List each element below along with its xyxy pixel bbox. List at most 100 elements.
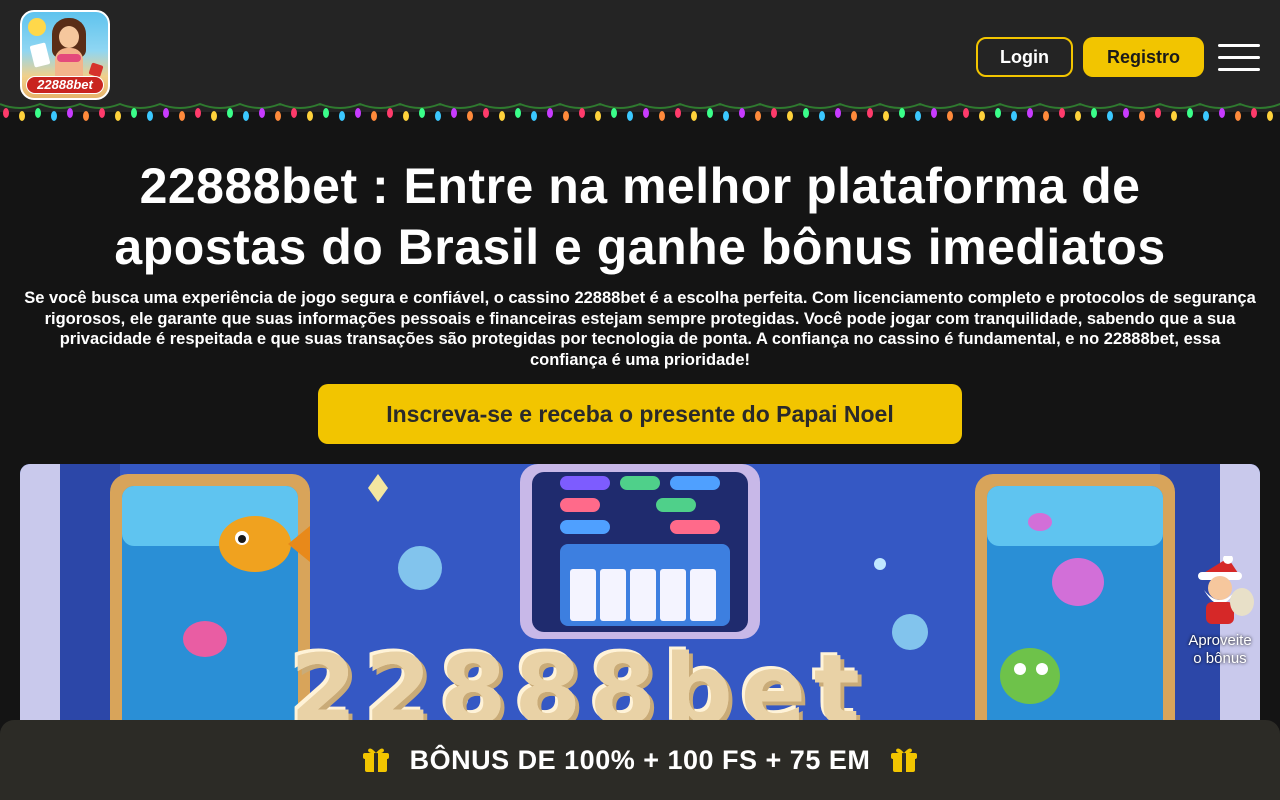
light-bulb (307, 111, 313, 121)
light-bulb (3, 108, 9, 118)
logo-character-face (59, 26, 79, 48)
light-bulb (835, 108, 841, 118)
page-title-line-2: apostas do Brasil e ganhe bônus imediato… (114, 219, 1166, 275)
light-bulb (1139, 111, 1145, 121)
light-bulb (195, 108, 201, 118)
light-bulb (435, 111, 441, 121)
light-bulb (1059, 108, 1065, 118)
light-bulb (1187, 108, 1193, 118)
light-bulb (1251, 108, 1257, 118)
light-bulb (243, 111, 249, 121)
light-bulb (467, 111, 473, 121)
light-bulb (339, 111, 345, 121)
menu-line (1218, 44, 1260, 47)
page-title: 22888bet : Entre na melhor plataforma de… (0, 156, 1280, 278)
light-bulb (659, 111, 665, 121)
hamburger-menu-icon[interactable] (1218, 44, 1260, 72)
light-bulb (931, 108, 937, 118)
gift-icon (362, 748, 389, 772)
light-bulb (819, 111, 825, 121)
bonus-promo-label[interactable]: Aproveite o bônus (1178, 632, 1262, 668)
light-bulb (1219, 108, 1225, 118)
light-bulb (323, 108, 329, 118)
light-bulb (803, 108, 809, 118)
light-bulb (1027, 108, 1033, 118)
light-bulb (1075, 111, 1081, 121)
light-bulb (419, 108, 425, 118)
light-bulb (963, 108, 969, 118)
light-bulb (995, 108, 1001, 118)
bonus-promo-label-line-1: Aproveite (1188, 632, 1252, 649)
light-bulb (275, 111, 281, 121)
hero-description: Se você busca uma experiência de jogo se… (24, 289, 1256, 369)
light-bulb (1203, 111, 1209, 121)
light-bulb (899, 108, 905, 118)
light-bulb (1171, 111, 1177, 121)
light-bulb (563, 111, 569, 121)
light-bulb (675, 108, 681, 118)
site-header: 22888bet Login Registro (0, 0, 1280, 112)
light-bulb (1267, 111, 1273, 121)
light-bulb (643, 108, 649, 118)
light-bulb (579, 108, 585, 118)
light-bulb (67, 108, 73, 118)
light-bulb (707, 108, 713, 118)
light-bulb (947, 111, 953, 121)
light-bulb (131, 108, 137, 118)
light-bulb (1091, 108, 1097, 118)
light-bulb (531, 111, 537, 121)
signup-santa-gift-button[interactable]: Inscreva-se e receba o presente do Papai… (318, 384, 962, 444)
light-bulb (147, 111, 153, 121)
bonus-offer-text: BÔNUS DE 100% + 100 FS + 75 EM (409, 744, 871, 775)
light-bulb (1155, 108, 1161, 118)
hero-banner-image[interactable]: 22888bet (20, 464, 1260, 764)
light-bulb (179, 111, 185, 121)
light-bulb (291, 108, 297, 118)
gift-icon (891, 748, 918, 772)
light-bulb (1235, 111, 1241, 121)
light-bulb (355, 108, 361, 118)
light-bulb (915, 111, 921, 121)
light-bulb (771, 108, 777, 118)
light-bulb (787, 111, 793, 121)
light-bulb (691, 111, 697, 121)
light-bulb (1011, 111, 1017, 121)
light-bulb (19, 111, 25, 121)
light-bulb (83, 111, 89, 121)
logo-sun-decoration (28, 18, 46, 36)
bonus-promo-label-line-2: o bônus (1193, 650, 1247, 667)
santa-icon[interactable] (1188, 556, 1254, 626)
light-bulb (515, 108, 521, 118)
light-bulb (483, 108, 489, 118)
light-bulb (99, 108, 105, 118)
light-bulb (163, 108, 169, 118)
light-bulb (883, 111, 889, 121)
light-bulb (611, 108, 617, 118)
login-button[interactable]: Login (976, 37, 1073, 77)
light-bulb (739, 108, 745, 118)
light-bulb (403, 111, 409, 121)
christmas-lights-decoration (0, 102, 1280, 121)
bonus-bar[interactable]: BÔNUS DE 100% + 100 FS + 75 EM (0, 720, 1280, 800)
light-bulb (35, 108, 41, 118)
light-bulb (387, 108, 393, 118)
light-bulb (115, 111, 121, 121)
logo-character-top (57, 54, 81, 62)
light-bulb (979, 111, 985, 121)
light-bulb (851, 111, 857, 121)
light-bulb (595, 111, 601, 121)
light-bulb (1107, 111, 1113, 121)
menu-line (1218, 68, 1260, 71)
light-bulb (867, 108, 873, 118)
light-bulb (211, 111, 217, 121)
light-bulb (499, 111, 505, 121)
page-title-line-1: 22888bet : Entre na melhor plataforma de (139, 158, 1141, 214)
register-button[interactable]: Registro (1083, 37, 1204, 77)
light-bulb (627, 111, 633, 121)
logo-text: 22888bet (26, 76, 104, 94)
light-bulb (51, 111, 57, 121)
menu-line (1218, 56, 1260, 59)
light-bulb (755, 111, 761, 121)
site-logo[interactable]: 22888bet (20, 10, 110, 100)
light-bulb (1123, 108, 1129, 118)
